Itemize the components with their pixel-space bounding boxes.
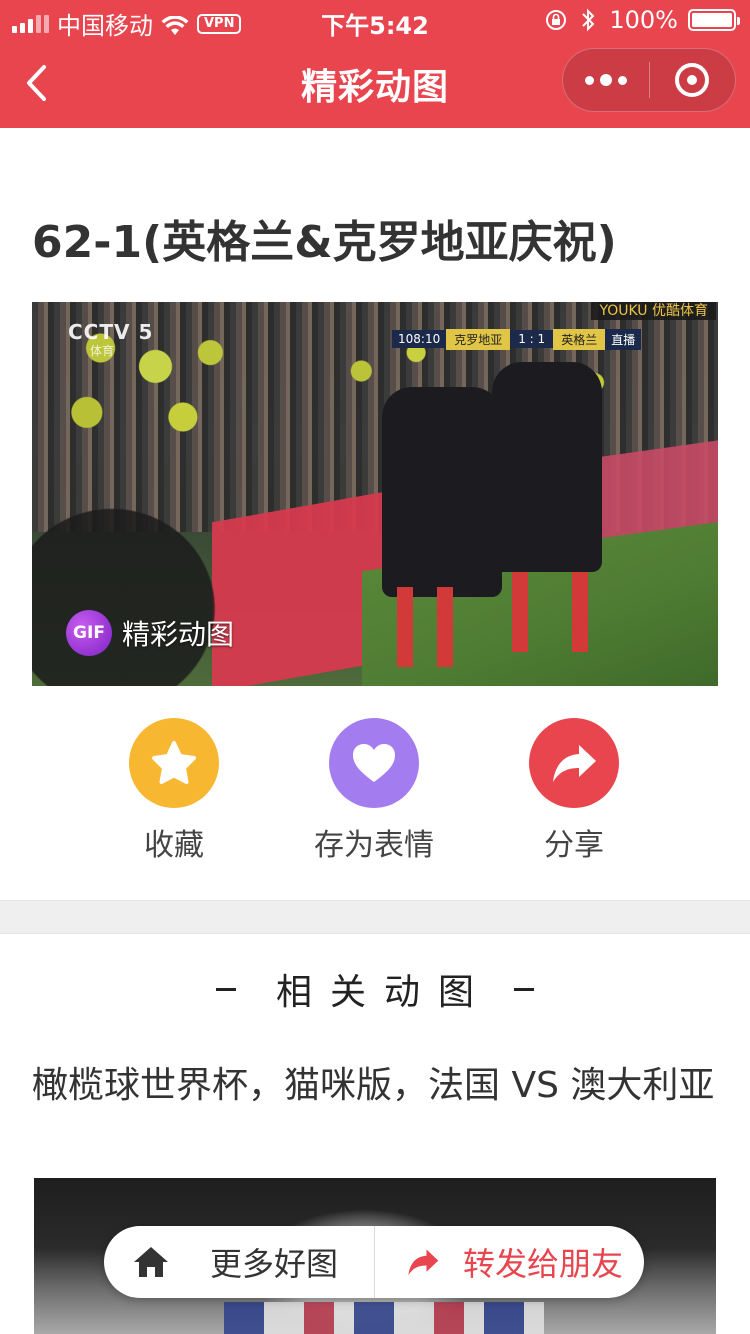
match-clock: 108:10 <box>392 330 447 348</box>
star-icon <box>152 741 196 784</box>
share-arrow-icon <box>553 745 596 782</box>
forward-to-friend-button[interactable]: 转发给朋友 <box>375 1226 644 1298</box>
player-leg <box>512 572 528 652</box>
bluetooth-icon <box>577 8 599 32</box>
favorite-label: 收藏 <box>144 828 204 863</box>
more-images-label: 更多好图 <box>210 1245 339 1283</box>
header-dash-right <box>514 987 534 991</box>
more-dots-icon <box>584 75 594 85</box>
floating-action-bar: 更多好图 转发给朋友 <box>104 1226 644 1298</box>
article-title: 62-1(英格兰&克罗地亚庆祝) <box>32 217 617 268</box>
favorite-button[interactable]: 收藏 <box>74 718 274 864</box>
live-label: 直播 <box>605 328 642 350</box>
home-icon <box>134 1247 168 1277</box>
top-bar: 中国移动 VPN 下午5:42 100% 精彩动图 <box>0 0 750 128</box>
player-leg <box>437 587 453 667</box>
photographers <box>32 492 232 686</box>
forward-label: 转发给朋友 <box>463 1245 624 1283</box>
miniprogram-capsule <box>562 48 736 112</box>
channel-sub: 体育 <box>90 344 115 358</box>
close-miniprogram-button[interactable] <box>650 48 736 112</box>
team-b: 英格兰 <box>553 328 606 350</box>
player-leg <box>397 587 413 667</box>
forward-arrow-icon <box>408 1249 439 1276</box>
related-section-header: 相关动图 <box>0 964 750 1014</box>
status-right: 100% <box>545 6 740 34</box>
gif-badge-icon: GIF <box>66 610 112 656</box>
action-row: 收藏 存为表情 分享 <box>0 718 750 868</box>
share-button[interactable]: 分享 <box>474 718 674 864</box>
related-header-text: 相关动图 <box>275 972 492 1013</box>
save-sticker-button[interactable]: 存为表情 <box>274 718 474 864</box>
gif-watermark: GIF 精彩动图 <box>66 610 234 656</box>
rotation-lock-icon <box>545 9 567 31</box>
player-leg <box>572 572 588 652</box>
star-icon-circle <box>129 718 219 808</box>
player <box>382 387 502 597</box>
scoreboard: 108:10 克罗地亚 1 : 1 英格兰 直播 <box>392 328 642 350</box>
header-dash-left <box>215 987 236 991</box>
more-images-button[interactable]: 更多好图 <box>104 1226 374 1298</box>
channel-logo: CCTV 5 <box>68 320 154 344</box>
nav-bar: 精彩动图 <box>0 40 750 128</box>
team-a: 克罗地亚 <box>446 328 511 350</box>
related-item-title[interactable]: 橄榄球世界杯，猫咪版，法国 VS 澳大利亚 <box>32 1058 722 1114</box>
image-banner <box>224 1302 544 1334</box>
save-sticker-label: 存为表情 <box>314 828 434 863</box>
target-close-icon <box>675 63 710 97</box>
share-icon-circle <box>529 718 619 808</box>
gif-badge-label: 精彩动图 <box>122 618 235 651</box>
section-divider <box>0 900 750 934</box>
heart-icon-circle <box>329 718 419 808</box>
share-label: 分享 <box>544 828 604 863</box>
broadcaster-watermark: YOUKU 优酷体育 <box>591 302 716 320</box>
player <box>492 362 602 572</box>
battery-percent: 100% <box>609 6 678 34</box>
score: 1 : 1 <box>510 330 554 348</box>
status-bar: 中国移动 VPN 下午5:42 100% <box>0 0 750 40</box>
heart-icon <box>353 744 395 782</box>
battery-icon <box>688 9 740 31</box>
more-button[interactable] <box>563 48 649 112</box>
gif-image[interactable]: CCTV 5 体育 YOUKU 优酷体育 108:10 克罗地亚 1 : 1 英… <box>32 302 718 686</box>
